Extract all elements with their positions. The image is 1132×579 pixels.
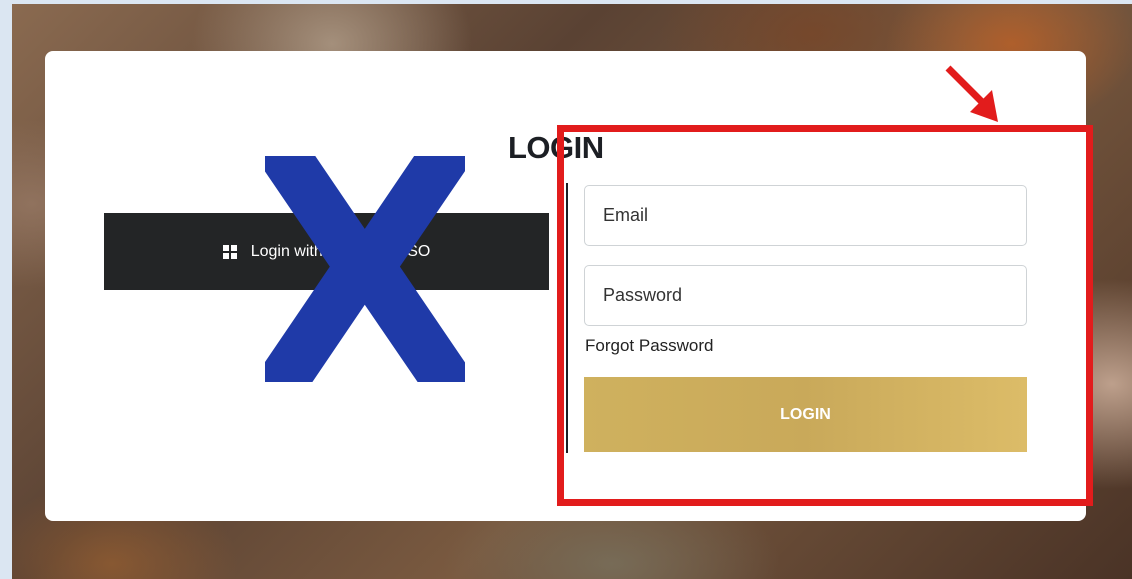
sso-login-button[interactable]: Login with Microsoft SSO [104,213,549,290]
form-divider [566,183,568,453]
windows-icon [222,244,237,259]
login-button[interactable]: LOGIN [584,377,1027,452]
sso-button-label: Login with Microsoft SSO [250,242,431,260]
password-field[interactable] [584,265,1027,326]
forgot-password-link[interactable]: Forgot Password [585,336,714,356]
page-title: LOGIN [508,130,604,165]
email-field[interactable] [584,185,1027,246]
